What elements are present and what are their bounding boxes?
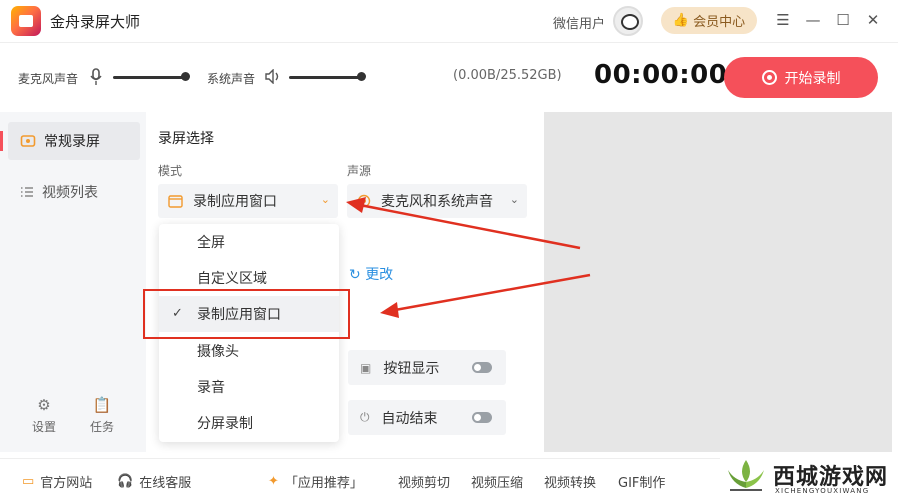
show-button-toggle[interactable] xyxy=(472,362,492,373)
sidebar-item-regular-recording[interactable]: 常规录屏 xyxy=(0,122,140,160)
vip-center-button[interactable]: 👍 会员中心 xyxy=(661,7,757,34)
menu-icon[interactable]: ☰ xyxy=(772,9,794,31)
dropdown-option-fullscreen[interactable]: 全屏 xyxy=(159,224,339,260)
tool-label: GIF制作 xyxy=(618,476,666,491)
support-label: 在线客服 xyxy=(139,476,192,491)
system-volume-slider[interactable] xyxy=(289,76,361,79)
mic-volume-knob[interactable] xyxy=(181,72,190,81)
vip-center-label: 会员中心 xyxy=(693,15,746,30)
sidebar: 常规录屏 视频列表 ⚙ 设置 📋 任务 xyxy=(0,112,146,452)
tasks-label: 任务 xyxy=(89,420,114,434)
audio-source-select[interactable]: 麦克风和系统声音 ⌄ xyxy=(347,184,527,218)
close-icon[interactable]: ✕ xyxy=(862,9,884,31)
headset-icon: 🎧 xyxy=(117,474,134,489)
refresh-icon: ↻ xyxy=(349,267,361,283)
audio-source-value: 麦克风和系统声音 xyxy=(381,194,493,210)
power-icon: ⏻ xyxy=(360,410,370,424)
change-label: 更改 xyxy=(365,267,394,283)
tool-label: 视频转换 xyxy=(544,476,597,491)
control-bar: 麦克风声音 系统声音 (0.00B/25.52GB) 00:00:00 开始录制 xyxy=(0,42,898,112)
speaker-icon[interactable] xyxy=(265,69,281,84)
start-recording-button[interactable]: 开始录制 xyxy=(724,57,878,98)
annotation-highlight-box xyxy=(143,289,350,339)
list-icon xyxy=(21,187,33,197)
monitor-icon: ▭ xyxy=(22,474,35,489)
tool-label: 视频压缩 xyxy=(471,476,524,491)
thumbs-up-icon: 👍 xyxy=(672,13,690,28)
tool-label: 视频剪切 xyxy=(398,476,451,491)
user-name[interactable]: 微信用户 xyxy=(553,13,605,32)
tool-gif-maker[interactable]: GIF制作 xyxy=(618,472,665,491)
option-label: 录音 xyxy=(197,380,225,396)
title-bar: 金舟录屏大师 微信用户 👍 会员中心 ☰ — ☐ ✕ xyxy=(0,0,898,42)
window-icon xyxy=(168,194,183,208)
dropdown-option-split-screen[interactable]: 分屏录制 xyxy=(159,405,339,441)
app-title: 金舟录屏大师 xyxy=(50,13,141,31)
system-volume-label: 系统声音 xyxy=(207,72,256,86)
tool-video-cut[interactable]: 视频剪切 xyxy=(398,472,450,491)
clipboard-icon: 📋 xyxy=(92,396,112,414)
auto-stop-toggle[interactable] xyxy=(472,412,492,423)
mic-volume-label: 麦克风声音 xyxy=(18,72,79,86)
button-display-icon: ▣ xyxy=(360,360,372,375)
toggle-label: 按钮显示 xyxy=(383,360,440,377)
sidebar-item-video-list[interactable]: 视频列表 xyxy=(8,173,140,211)
auto-stop-toggle-row[interactable]: ⏻ 自动结束 xyxy=(348,400,506,435)
settings-label: 设置 xyxy=(31,420,56,434)
minimize-icon[interactable]: — xyxy=(802,9,824,31)
system-volume-knob[interactable] xyxy=(357,72,366,81)
start-recording-label: 开始录制 xyxy=(784,70,841,87)
website-label: 官方网站 xyxy=(40,476,93,491)
mode-select[interactable]: 录制应用窗口 ⌄ xyxy=(158,184,338,218)
avatar[interactable] xyxy=(613,6,643,36)
gear-icon: ⚙ xyxy=(37,396,51,414)
option-label: 摄像头 xyxy=(197,344,239,360)
watermark-subtext: XICHENGYOUXIWANG xyxy=(775,487,870,495)
chevron-down-icon: ⌄ xyxy=(509,193,519,206)
record-icon xyxy=(761,70,777,85)
toggle-label: 自动结束 xyxy=(381,410,438,427)
section-title: 录屏选择 xyxy=(158,131,214,147)
maximize-icon[interactable]: ☐ xyxy=(832,9,854,31)
app-recommend-link[interactable]: ✦ 「应用推荐」 xyxy=(268,472,363,491)
sidebar-item-label: 常规录屏 xyxy=(44,134,100,150)
option-label: 全屏 xyxy=(197,235,225,251)
dropdown-option-audio-only[interactable]: 录音 xyxy=(159,369,339,405)
tool-video-convert[interactable]: 视频转换 xyxy=(544,472,596,491)
broom-icon: ✦ xyxy=(268,474,279,489)
mic-volume-slider[interactable] xyxy=(113,76,185,79)
microphone-icon[interactable] xyxy=(90,68,102,86)
chevron-down-icon: ⌄ xyxy=(320,193,330,206)
sidebar-item-label: 视频列表 xyxy=(42,185,98,201)
mode-select-value: 录制应用窗口 xyxy=(193,194,277,210)
show-button-toggle-row[interactable]: ▣ 按钮显示 xyxy=(348,350,506,385)
preview-area xyxy=(544,112,892,452)
recommend-label: 「应用推荐」 xyxy=(284,476,363,491)
option-label: 自定义区域 xyxy=(197,271,267,287)
app-logo-icon xyxy=(11,6,41,36)
online-support-link[interactable]: 🎧 在线客服 xyxy=(117,472,191,491)
audio-source-icon xyxy=(357,194,371,208)
watermark-logo-icon xyxy=(728,460,764,491)
mode-label: 模式 xyxy=(158,164,183,178)
official-website-link[interactable]: ▭ 官方网站 xyxy=(22,472,92,491)
option-label: 分屏录制 xyxy=(197,416,253,432)
change-link[interactable]: ↻ 更改 xyxy=(349,264,393,284)
settings-button[interactable]: ⚙ 设置 xyxy=(24,396,64,435)
storage-usage: (0.00B/25.52GB) xyxy=(453,68,562,83)
record-icon xyxy=(20,135,36,147)
record-timer: 00:00:00 xyxy=(594,60,728,90)
audio-source-label: 声源 xyxy=(347,164,372,178)
tool-video-compress[interactable]: 视频压缩 xyxy=(471,472,523,491)
tasks-button[interactable]: 📋 任务 xyxy=(82,396,122,435)
